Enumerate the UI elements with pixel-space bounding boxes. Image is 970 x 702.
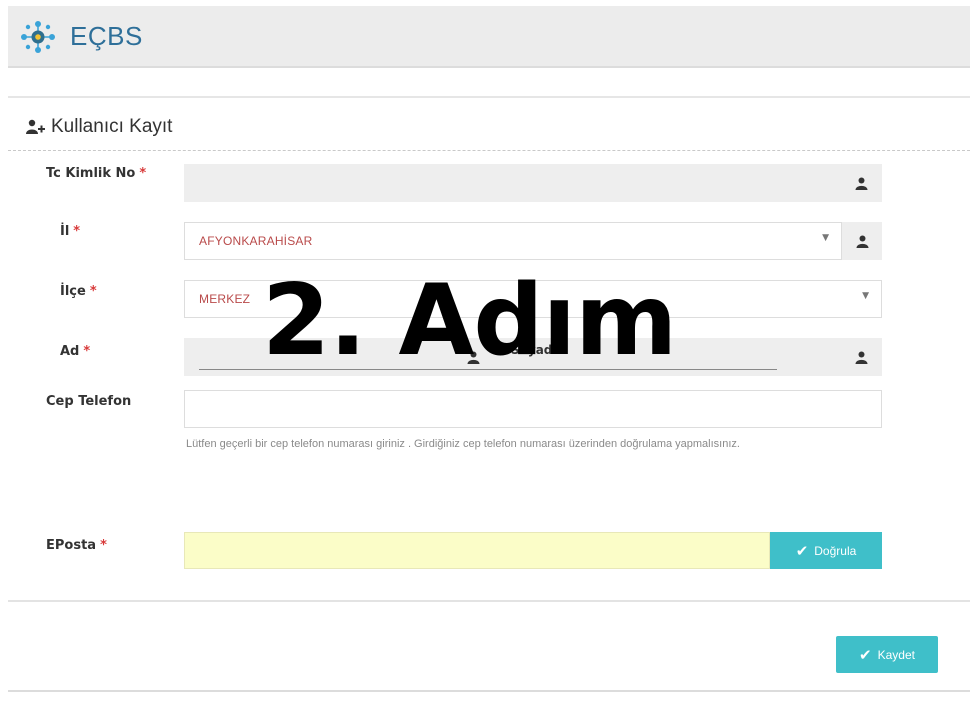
cep-telefon-input[interactable] [184,390,882,428]
ad-addon [841,338,881,376]
logo-icon [21,21,55,53]
eposta-required-mark: * [100,538,107,553]
panel-bottom-border [8,600,970,602]
panel-top-border [8,96,970,98]
ad-label: Ad * [60,344,90,359]
il-label-text: İl [60,224,70,239]
save-button-label: Kaydet [877,647,915,662]
ad-label-text: Ad [60,344,80,359]
step-overlay-text: 2. Adım [262,264,677,378]
ad-required-mark: * [83,344,91,359]
check-icon: ✔ [795,542,809,560]
caret-down-icon: ▼ [822,233,829,243]
top-navbar: EÇBS [8,6,970,68]
ilce-label-text: İlçe [60,284,86,299]
caret-down-icon: ▼ [862,291,869,301]
il-select[interactable]: AFYONKARAHİSAR ▼ [184,222,842,260]
user-plus-icon [26,119,45,134]
verify-button[interactable]: ✔ Doğrula [770,532,882,569]
user-icon [856,235,868,248]
tc-required-mark: * [139,166,147,181]
title-divider [8,150,970,151]
footer-border [8,690,970,692]
panel-title-text: Kullanıcı Kayıt [51,116,173,137]
cep-help-text: Lütfen geçerli bir cep telefon numarası … [186,438,740,450]
tc-input[interactable] [184,164,882,202]
il-required-mark: * [73,224,81,239]
eposta-label: EPosta * [46,538,107,553]
cep-label: Cep Telefon [46,394,132,409]
save-button[interactable]: ✔ Kaydet [836,636,938,673]
il-addon [842,222,882,260]
ilce-label: İlçe * [60,284,97,299]
il-selected-value: AFYONKARAHİSAR [199,234,313,248]
il-label: İl * [60,224,80,239]
verify-button-label: Doğrula [814,543,857,558]
tc-label: Tc Kimlik No * [46,166,146,181]
tc-addon [841,164,881,202]
check-icon: ✔ [859,646,872,664]
registration-page: EÇBS Kullanıcı Kayıt Tc Kimlik No * İl * A… [0,0,970,702]
ilce-selected-value: MERKEZ [199,292,251,306]
tc-label-text: Tc Kimlik No [46,166,136,181]
user-icon [855,351,867,364]
brand-name[interactable]: EÇBS [70,21,143,52]
ilce-required-mark: * [89,284,97,299]
eposta-input[interactable] [184,532,770,569]
user-icon [855,177,867,190]
panel-title: Kullanıcı Kayıt [26,116,172,138]
eposta-label-text: EPosta [46,538,97,553]
